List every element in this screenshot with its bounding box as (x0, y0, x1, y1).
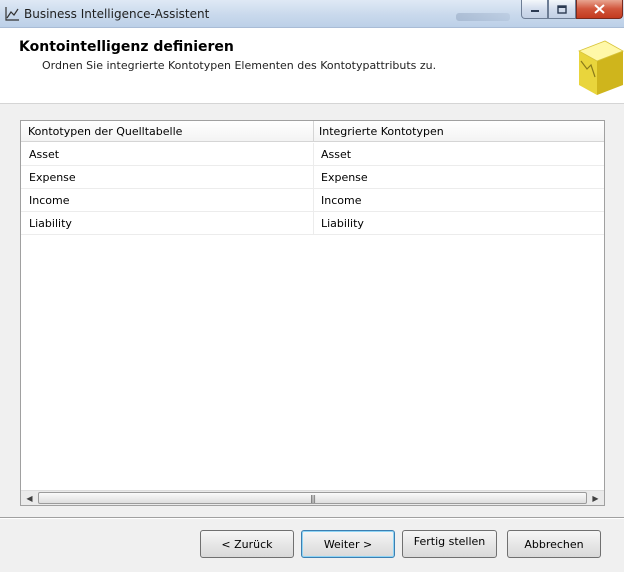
title-bar-blur (456, 13, 510, 21)
table-row[interactable]: Expense Expense (21, 166, 604, 189)
wizard-header: Kontointelligenz definieren Ordnen Sie i… (0, 28, 624, 104)
finish-button[interactable]: Fertig stellen (402, 530, 497, 558)
scroll-thumb[interactable]: ||| (38, 492, 587, 504)
back-button[interactable]: < Zurück (200, 530, 294, 558)
cell-divider (313, 212, 314, 235)
horizontal-scrollbar[interactable]: ◀ ||| ▶ (21, 490, 604, 505)
table-row[interactable]: Liability Liability (21, 212, 604, 235)
scroll-right-button[interactable]: ▶ (587, 491, 604, 506)
close-icon (594, 4, 605, 14)
footer-divider (0, 517, 624, 519)
grip-icon: ||| (309, 493, 316, 503)
cube-icon (578, 40, 624, 95)
cell-divider (313, 166, 314, 189)
column-header-source[interactable]: Kontotypen der Quelltabelle (28, 125, 182, 138)
account-type-grid[interactable]: Kontotypen der Quelltabelle Integrierte … (20, 120, 605, 506)
triangle-left-icon: ◀ (26, 494, 33, 503)
column-divider (313, 121, 314, 142)
wizard-chart-icon (5, 7, 19, 21)
close-button[interactable] (576, 0, 623, 19)
grid-header: Kontotypen der Quelltabelle Integrierte … (21, 121, 604, 142)
next-button[interactable]: Weiter > (301, 530, 395, 558)
table-row[interactable]: Income Income (21, 189, 604, 212)
source-type-cell: Expense (29, 171, 76, 184)
window-title: Business Intelligence-Assistent (24, 7, 210, 21)
integrated-type-cell[interactable]: Asset (321, 148, 351, 161)
cell-divider (313, 189, 314, 212)
page-subtitle: Ordnen Sie integrierte Kontotypen Elemen… (42, 59, 437, 72)
source-type-cell: Income (29, 194, 70, 207)
scroll-left-button[interactable]: ◀ (21, 491, 38, 506)
cell-divider (313, 143, 314, 166)
source-type-cell: Asset (29, 148, 60, 161)
column-header-integrated[interactable]: Integrierte Kontotypen (319, 125, 444, 138)
table-row[interactable]: Asset Asset (21, 143, 604, 166)
maximize-icon (557, 4, 567, 14)
maximize-button[interactable] (548, 0, 576, 19)
minimize-button[interactable] (521, 0, 548, 19)
page-title: Kontointelligenz definieren (19, 39, 234, 55)
cancel-button[interactable]: Abbrechen (507, 530, 601, 558)
minimize-icon (530, 10, 539, 12)
source-type-cell: Liability (29, 217, 72, 230)
integrated-type-cell[interactable]: Income (321, 194, 361, 207)
integrated-type-cell[interactable]: Expense (321, 171, 368, 184)
title-bar[interactable]: Business Intelligence-Assistent (0, 0, 624, 28)
triangle-right-icon: ▶ (592, 494, 599, 503)
integrated-type-cell[interactable]: Liability (321, 217, 364, 230)
